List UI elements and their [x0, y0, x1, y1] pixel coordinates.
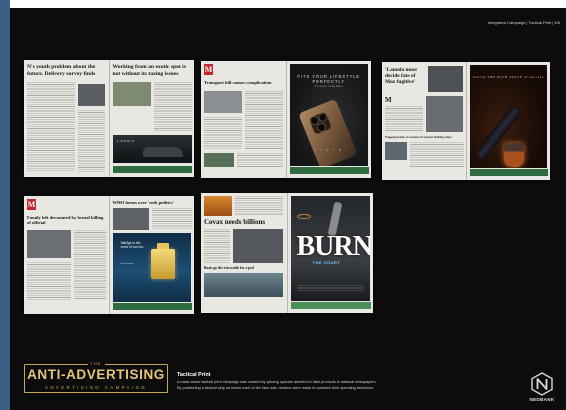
news-photo: [428, 66, 463, 92]
phone-image: [297, 98, 358, 166]
logo-prefix: THE: [25, 361, 167, 366]
car-advert[interactable]: A WORLD: [112, 135, 192, 163]
logo-subtitle: ADVERTISING CAMPAIGN: [45, 385, 147, 390]
tactical-strip-ad[interactable]: [289, 167, 369, 174]
ad-subline: THE COURT: [312, 260, 341, 265]
nedbank-logo-icon: [531, 372, 553, 396]
sneaker-advert[interactable]: BURN THE COURT: [290, 196, 371, 301]
presentation-board: Integrated Campaign | Tactical Print | 4…: [10, 8, 566, 410]
article-headline: N's youth problem about the future. Deli…: [27, 64, 96, 77]
article-text: [151, 208, 192, 230]
article-text: [74, 230, 106, 300]
article-headline: Boats go the extra mile for a pod: [204, 266, 254, 270]
newspaper-page-left: N's youth problem about the future. Deli…: [24, 60, 110, 177]
perfume-bottle: [150, 249, 175, 279]
news-photo: [385, 142, 407, 160]
article-headline: Family left devastated by brutal killing…: [27, 215, 104, 226]
section-title: Tactical Print: [177, 372, 211, 378]
news-photo: [204, 196, 232, 216]
perfume-advert[interactable]: Indulge in the scent of success Eau de p…: [112, 233, 191, 302]
newspaper-spread-5[interactable]: Covax needs billions Boats go the extra …: [201, 193, 373, 313]
phone-advert[interactable]: FITS YOUR LIFESTYLE PERFECTLY Pro camera…: [289, 64, 368, 166]
masthead-logo: M: [27, 199, 36, 210]
basketball-hoop: [296, 214, 311, 219]
article-headline: WHO forms over 'seek politics': [112, 200, 174, 205]
news-photo: [204, 153, 234, 167]
campaign-logo: THE ANTI-ADVERTISING ADVERTISING CAMPAIG…: [24, 361, 168, 393]
news-photo: [27, 230, 71, 258]
ad-tagline: Indulge in the scent of success: [120, 241, 144, 250]
article-text: [153, 82, 192, 132]
article-headline: Transport bill causes complication: [204, 80, 272, 85]
camera-block: [308, 111, 332, 135]
newspaper-page-right: BURN THE COURT: [287, 193, 373, 313]
slide-header-label: Integrated Campaign | Tactical Print | 4…: [487, 20, 560, 25]
newspaper-page-right: WHO forms over 'seek politics' Indulge i…: [109, 196, 194, 314]
article-text: [235, 196, 283, 216]
camera-lens: [316, 122, 326, 132]
masthead-logo: M: [204, 64, 213, 75]
article-text: [78, 110, 105, 172]
section-marker: M: [385, 96, 392, 104]
article-headline: Covax needs billions: [204, 218, 266, 226]
article-headline: 'Lamola must decide fate of Moz fugitive…: [385, 67, 417, 86]
news-photo: [204, 273, 283, 297]
top-margin: [10, 0, 566, 8]
article-text: [410, 142, 464, 168]
spirits-advert[interactable]: Savour THE RICH TASTE of success: [469, 65, 547, 168]
newspaper-page-left: Covax needs billions Boats go the extra …: [201, 193, 288, 313]
camera-lens: [309, 116, 319, 126]
tactical-strip-ad[interactable]: [112, 303, 192, 310]
news-photo: [233, 229, 283, 263]
news-photo: [112, 82, 151, 106]
newspaper-page-right: Working from an exotic spot is not witho…: [109, 60, 194, 177]
newspaper-page-right: Savour THE RICH TASTE of success: [466, 62, 550, 180]
ad-brand: V I N Y E: [314, 149, 344, 152]
ad-fine-print: [296, 285, 364, 291]
ad-tagline: Savour THE RICH TASTE of success: [472, 75, 544, 79]
newspaper-spread-1[interactable]: N's youth problem about the future. Deli…: [24, 60, 194, 177]
newspaper-page-left: 'Lamola must decide fate of Moz fugitive…: [382, 62, 467, 180]
article-headline: Working from an exotic spot is not witho…: [112, 64, 186, 77]
news-photo: [112, 208, 149, 230]
logo-title: ANTI-ADVERTISING: [27, 367, 165, 382]
article-text: [385, 106, 423, 132]
description-line-1: A mass-reach tactical print campaign was…: [177, 380, 377, 384]
ad-subline: Eau de parfum: [120, 263, 134, 265]
newspaper-spread-3[interactable]: 'Lamola must decide fate of Moz fugitive…: [382, 62, 550, 180]
article-text: [237, 153, 283, 167]
ad-tagline: FITS YOUR LIFESTYLE PERFECTLY: [297, 74, 361, 84]
article-text: [27, 82, 75, 172]
newspaper-spread-4[interactable]: M Family left devastated by brutal killi…: [24, 196, 194, 314]
news-photo: [78, 84, 105, 106]
tactical-strip-ad[interactable]: [112, 166, 192, 173]
newspaper-page-left: M Transport bill causes complication: [201, 61, 287, 178]
brand-name: NEDBANK: [529, 397, 555, 402]
article-text: [204, 117, 242, 149]
ad-headline: BURN: [296, 231, 371, 262]
tactical-strip-ad[interactable]: [290, 302, 371, 309]
ad-subline: Pro camera · all-day battery: [314, 86, 343, 88]
sidebar-accent-bar: [0, 0, 10, 410]
glass-image: [503, 143, 524, 167]
article-text: [204, 229, 230, 263]
description-line-2: By positioning a tactical strip ad below…: [177, 386, 375, 390]
article-text: [27, 262, 71, 300]
newspaper-page-left: M Family left devastated by brutal killi…: [24, 196, 110, 314]
news-photo: [426, 96, 463, 132]
article-subhead: Tragedy leads to review of school holida…: [385, 135, 452, 139]
article-text: [245, 91, 283, 149]
tactical-strip-ad[interactable]: [469, 169, 548, 176]
newspaper-spread-2[interactable]: M Transport bill causes complication FIT…: [201, 61, 371, 178]
car-silhouette: [142, 147, 183, 157]
newspaper-page-right: FITS YOUR LIFESTYLE PERFECTLY Pro camera…: [286, 61, 371, 178]
news-photo: [204, 91, 242, 113]
camera-lens: [317, 112, 327, 122]
car-ad-text: A WORLD: [116, 139, 135, 143]
